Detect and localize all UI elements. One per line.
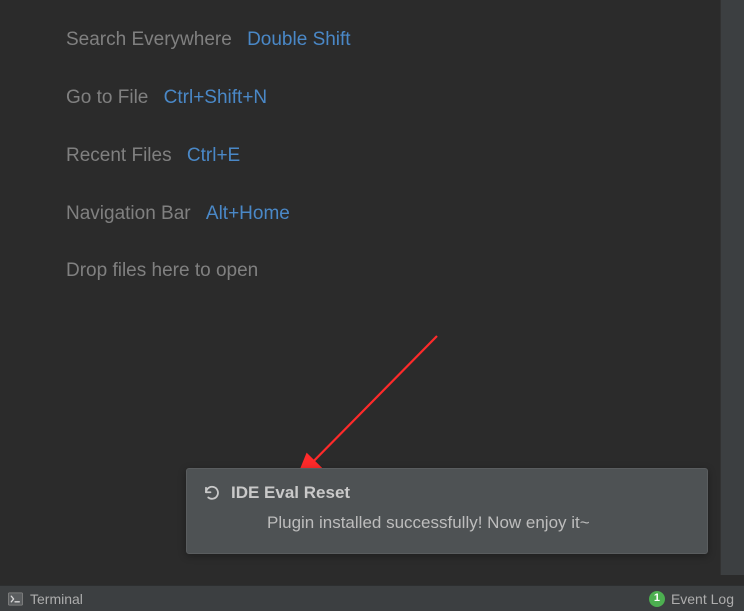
event-count-badge: 1 bbox=[649, 591, 665, 607]
notification-title: IDE Eval Reset bbox=[231, 483, 350, 503]
event-log-label: Event Log bbox=[671, 591, 734, 607]
hint-shortcut: Double Shift bbox=[247, 29, 351, 50]
hint-recent-files: Recent Files Ctrl+E bbox=[66, 144, 720, 168]
editor-empty-area: Search Everywhere Double Shift Go to Fil… bbox=[0, 0, 720, 575]
hint-shortcut: Alt+Home bbox=[206, 203, 290, 224]
notification-header: IDE Eval Reset bbox=[203, 483, 691, 503]
status-bar: Terminal 1 Event Log bbox=[0, 585, 744, 611]
hint-label: Recent Files bbox=[66, 145, 172, 166]
hint-label: Navigation Bar bbox=[66, 203, 191, 224]
hint-go-to-file: Go to File Ctrl+Shift+N bbox=[66, 86, 720, 110]
action-hints: Search Everywhere Double Shift Go to Fil… bbox=[0, 0, 720, 282]
notification-body: Plugin installed successfully! Now enjoy… bbox=[203, 513, 691, 533]
event-log-button[interactable]: 1 Event Log bbox=[649, 591, 734, 607]
notification-popup[interactable]: IDE Eval Reset Plugin installed successf… bbox=[186, 468, 708, 554]
hint-shortcut: Ctrl+E bbox=[187, 145, 240, 166]
right-gutter bbox=[720, 0, 744, 575]
drop-files-hint[interactable]: Drop files here to open bbox=[66, 260, 720, 282]
annotation-arrow bbox=[287, 330, 447, 490]
hint-shortcut: Ctrl+Shift+N bbox=[164, 87, 267, 108]
terminal-icon bbox=[8, 592, 23, 606]
hint-navigation-bar: Navigation Bar Alt+Home bbox=[66, 202, 720, 226]
undo-icon bbox=[203, 484, 221, 502]
hint-search-everywhere: Search Everywhere Double Shift bbox=[66, 28, 720, 52]
hint-label: Go to File bbox=[66, 87, 148, 108]
terminal-label: Terminal bbox=[30, 591, 83, 607]
terminal-tool-button[interactable]: Terminal bbox=[8, 591, 83, 607]
hint-label: Search Everywhere bbox=[66, 29, 232, 50]
